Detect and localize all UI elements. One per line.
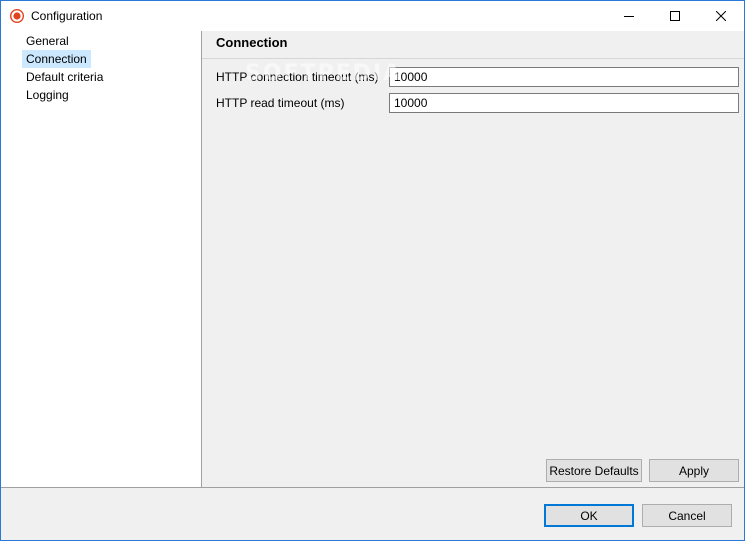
sidebar-item-connection[interactable]: Connection <box>22 50 91 68</box>
maximize-button[interactable] <box>652 1 698 31</box>
minimize-icon <box>624 16 634 17</box>
sidebar-item-general[interactable]: General <box>22 32 73 50</box>
configuration-window: Configuration General Connection Default… <box>0 0 745 541</box>
app-record-icon <box>9 8 25 24</box>
sidebar-item-default-criteria[interactable]: Default criteria <box>22 68 107 86</box>
sidebar-item-logging[interactable]: Logging <box>22 86 73 104</box>
settings-panel: Connection HTTP connection timeout (ms) … <box>202 31 744 487</box>
ok-button[interactable]: OK <box>544 504 634 527</box>
connection-timeout-input[interactable] <box>389 67 739 87</box>
close-icon <box>716 11 726 21</box>
read-timeout-input[interactable] <box>389 93 739 113</box>
page-title: Connection <box>216 35 288 50</box>
cancel-button[interactable]: Cancel <box>642 504 732 527</box>
window-title: Configuration <box>31 9 103 23</box>
minimize-button[interactable] <box>606 1 652 31</box>
apply-button[interactable]: Apply <box>649 459 739 482</box>
settings-tree: General Connection Default criteria Logg… <box>1 31 202 487</box>
read-timeout-label: HTTP read timeout (ms) <box>216 96 345 110</box>
connection-timeout-label: HTTP connection timeout (ms) <box>216 70 379 84</box>
maximize-icon <box>670 11 680 21</box>
close-button[interactable] <box>698 1 744 31</box>
restore-defaults-button[interactable]: Restore Defaults <box>546 459 642 482</box>
dialog-footer: OK Cancel <box>1 487 744 540</box>
title-bar[interactable]: Configuration <box>1 1 744 31</box>
title-divider <box>202 58 744 59</box>
